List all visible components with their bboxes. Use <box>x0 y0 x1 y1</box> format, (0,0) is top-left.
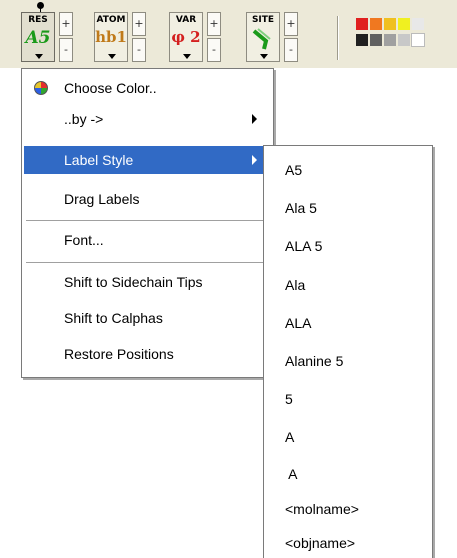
atom-minus-button[interactable]: - <box>132 38 146 62</box>
menu-item-label: Font... <box>64 232 104 248</box>
menu-item-shift-calphas[interactable]: Shift to Calphas <box>24 304 271 332</box>
atom-button[interactable]: ATOM hb1 <box>94 12 128 62</box>
color-swatch[interactable] <box>398 18 410 30</box>
var-tag: VAR <box>175 15 197 25</box>
submenu-item-label: 5 <box>285 391 293 407</box>
color-swatch[interactable] <box>384 34 396 46</box>
toolbar-separator <box>337 16 339 60</box>
toolbar: RES A5 + - ATOM hb1 + - VAR φ 2 + - SITE… <box>0 0 457 68</box>
menu-separator <box>26 262 269 263</box>
site-button[interactable]: SITE <box>246 12 280 62</box>
submenu-item-label: ALA <box>285 315 312 331</box>
color-swatch[interactable] <box>356 34 368 46</box>
site-spinner: + - <box>284 12 298 62</box>
submenu-item-label: ALA 5 <box>285 238 323 254</box>
menu-item-drag-labels[interactable]: Drag Labels <box>24 185 271 213</box>
var-value: φ 2 <box>171 28 201 46</box>
res-button[interactable]: RES A5 <box>21 12 55 62</box>
atom-spinner: + - <box>132 12 146 62</box>
submenu-item-label: Alanine 5 <box>285 353 344 369</box>
submenu-item-label: <objname> <box>285 535 356 551</box>
site-plus-button[interactable]: + <box>284 12 298 36</box>
submenu-arrow-icon <box>252 155 257 165</box>
site-icon <box>252 28 271 50</box>
submenu-item[interactable]: <objname> <box>266 528 430 558</box>
dropdown-arrow-icon <box>260 54 268 59</box>
menu-item-label: ..by -> <box>64 111 104 127</box>
menu-item-by[interactable]: ..by -> <box>24 105 271 133</box>
atom-tag: ATOM <box>96 15 126 25</box>
menu-item-label: Drag Labels <box>64 191 140 207</box>
menu-item-label: Restore Positions <box>64 346 174 362</box>
color-swatch[interactable] <box>398 34 410 46</box>
res-minus-button[interactable]: - <box>59 38 73 62</box>
color-swatch[interactable] <box>411 33 425 47</box>
context-menu: Choose Color.. ..by -> Label Style Drag … <box>21 68 274 378</box>
atom-plus-button[interactable]: + <box>132 12 146 36</box>
submenu-item[interactable]: 5 <box>266 384 430 414</box>
submenu-item-label: A <box>285 429 295 445</box>
dropdown-arrow-icon <box>35 54 43 59</box>
submenu-item[interactable]: <molname> <box>266 494 430 524</box>
submenu-item[interactable]: Ala 5 <box>266 193 430 223</box>
var-minus-button[interactable]: - <box>207 38 221 62</box>
color-palette <box>356 16 457 56</box>
menu-item-label: Shift to Calphas <box>64 310 163 326</box>
submenu-arrow-icon <box>252 114 257 124</box>
var-button[interactable]: VAR φ 2 <box>169 12 203 62</box>
atom-value: hb1 <box>95 28 127 46</box>
menu-item-shift-sidechain[interactable]: Shift to Sidechain Tips <box>24 268 271 296</box>
submenu-item[interactable]: Ala <box>266 270 430 300</box>
submenu-item[interactable]: ALA 5 <box>266 231 430 261</box>
submenu-item-label: A5 <box>285 162 303 178</box>
submenu-item[interactable]: A <box>266 459 430 489</box>
submenu-item[interactable]: A <box>266 422 430 452</box>
submenu-item[interactable]: ALA <box>266 308 430 338</box>
menu-item-restore-positions[interactable]: Restore Positions <box>24 340 271 368</box>
submenu-item-label: Ala 5 <box>285 200 317 216</box>
menu-item-label: Shift to Sidechain Tips <box>64 274 203 290</box>
site-tag: SITE <box>251 15 275 25</box>
submenu-item[interactable]: Alanine 5 <box>266 346 430 376</box>
dropdown-arrow-icon <box>183 54 191 59</box>
color-swatch[interactable] <box>356 18 368 30</box>
label-style-submenu: A5 Ala 5 ALA 5 Ala ALA Alanine 5 5 A A <… <box>263 145 433 558</box>
res-tag: RES <box>28 15 48 25</box>
res-spinner: + - <box>59 12 73 62</box>
submenu-item[interactable]: A5 <box>266 155 430 185</box>
menu-item-label: Choose Color.. <box>64 80 157 96</box>
color-swatch[interactable] <box>370 18 382 30</box>
color-wheel-icon <box>34 81 48 95</box>
var-plus-button[interactable]: + <box>207 12 221 36</box>
color-swatch[interactable] <box>412 18 424 30</box>
menu-item-label: Label Style <box>64 152 134 168</box>
res-value: A5 <box>25 28 51 48</box>
var-spinner: + - <box>207 12 221 62</box>
site-minus-button[interactable]: - <box>284 38 298 62</box>
color-swatch[interactable] <box>370 34 382 46</box>
menu-item-font[interactable]: Font... <box>24 226 271 254</box>
menu-item-label-style[interactable]: Label Style <box>24 146 271 174</box>
submenu-item-label: A <box>285 466 298 482</box>
menu-separator <box>26 220 269 221</box>
res-plus-button[interactable]: + <box>59 12 73 36</box>
dropdown-arrow-icon <box>108 54 116 59</box>
color-swatch[interactable] <box>384 18 396 30</box>
menu-item-choose-color[interactable]: Choose Color.. <box>24 74 271 102</box>
submenu-item-label: Ala <box>285 277 306 293</box>
submenu-item-label: <molname> <box>285 501 359 517</box>
